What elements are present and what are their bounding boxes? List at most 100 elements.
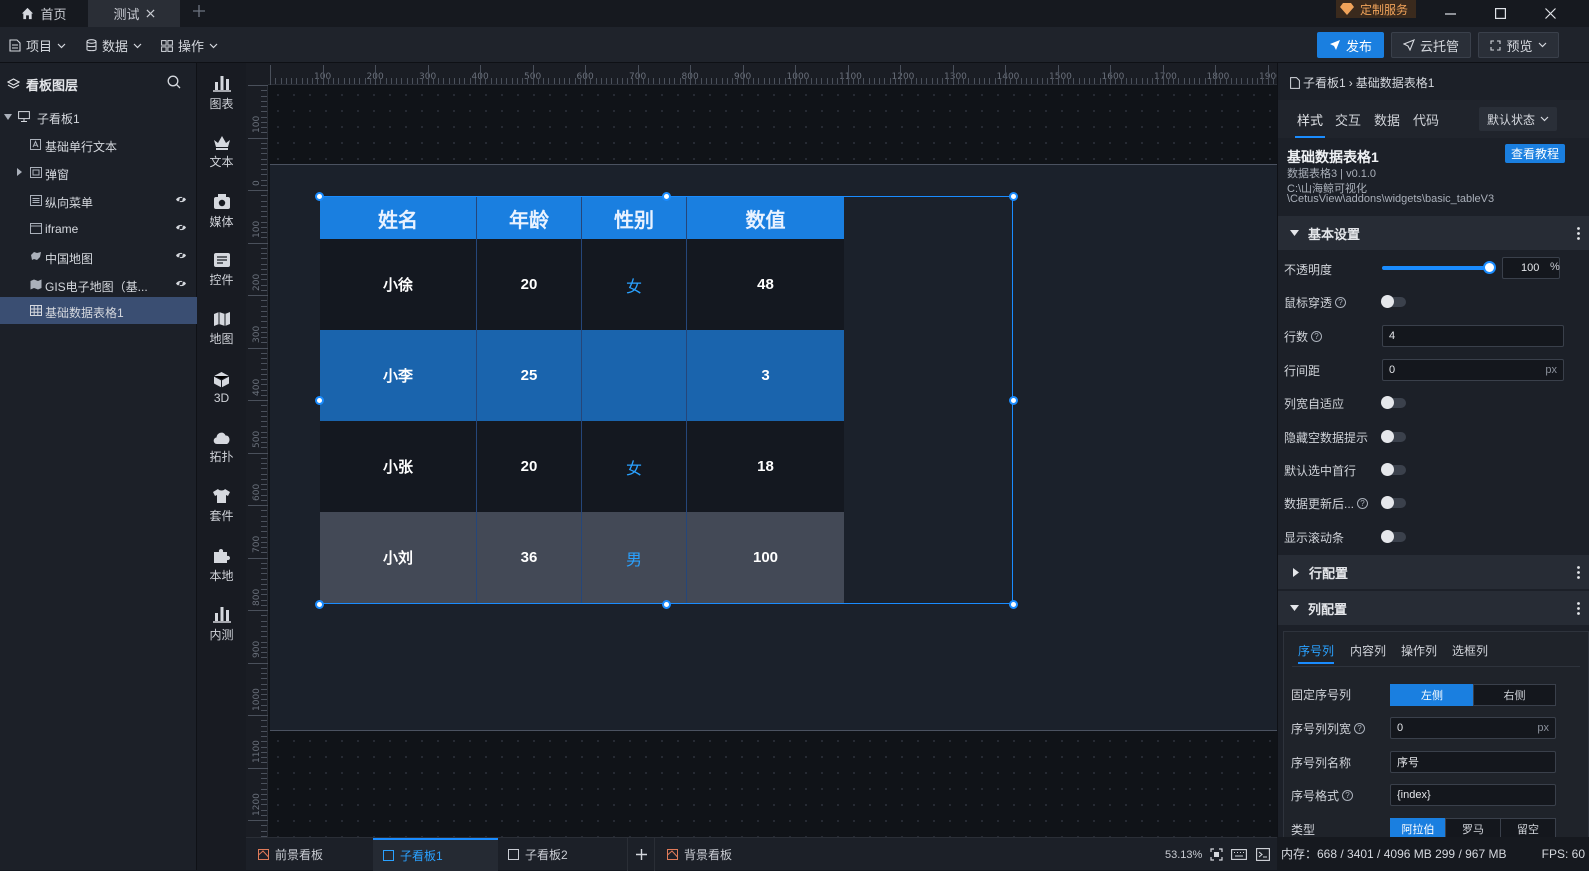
- layer-item-vertical-menu[interactable]: 纵向菜单: [0, 187, 197, 214]
- publish-button[interactable]: 发布: [1317, 32, 1384, 58]
- help-icon[interactable]: ?: [1342, 790, 1354, 801]
- component-control[interactable]: 控件: [197, 242, 246, 298]
- more-vertical-icon[interactable]: [1577, 227, 1580, 240]
- tab-style[interactable]: 样式: [1295, 110, 1326, 138]
- component-chart[interactable]: 图表: [197, 65, 246, 121]
- type-option-roman[interactable]: 罗马: [1445, 818, 1501, 837]
- layer-item-popup[interactable]: 弹窗: [0, 159, 197, 186]
- more-vertical-icon[interactable]: [1577, 566, 1580, 579]
- select-first-toggle[interactable]: [1381, 463, 1406, 476]
- maximize-button[interactable]: [1480, 0, 1520, 26]
- board-tab-sub2[interactable]: 子看板2: [508, 838, 626, 871]
- component-beta[interactable]: 内测: [197, 596, 246, 652]
- menu-project[interactable]: 项目: [9, 36, 66, 55]
- opacity-slider[interactable]: [1382, 266, 1490, 270]
- terminal-icon[interactable]: [1256, 848, 1270, 861]
- state-select[interactable]: 默认状态: [1479, 107, 1557, 131]
- component-topology[interactable]: 拓扑: [197, 419, 246, 475]
- index-name-input[interactable]: 序号: [1390, 751, 1556, 773]
- custom-service-button[interactable]: 定制服务: [1336, 0, 1417, 18]
- more-vertical-icon[interactable]: [1577, 602, 1580, 615]
- tab-test[interactable]: 测试: [88, 0, 180, 27]
- fix-right-option[interactable]: 右侧: [1473, 684, 1556, 706]
- close-icon[interactable]: [145, 9, 155, 18]
- board-tab-foreground[interactable]: 前景看板: [254, 838, 372, 871]
- type-option-arabic[interactable]: 阿拉伯: [1390, 818, 1446, 837]
- col-tab-index[interactable]: 序号列: [1298, 642, 1335, 664]
- keyboard-icon[interactable]: [1231, 849, 1247, 860]
- eye-off-icon[interactable]: [175, 223, 187, 232]
- layer-search-button[interactable]: [167, 75, 181, 89]
- table-header-cell[interactable]: 数值: [687, 197, 844, 239]
- opacity-slider-thumb[interactable]: [1483, 261, 1496, 274]
- table-row[interactable]: 小李 25 3: [320, 330, 844, 421]
- section-col-config[interactable]: 列配置: [1278, 591, 1589, 625]
- tutorial-button[interactable]: 查看教程: [1505, 144, 1566, 163]
- component-media[interactable]: 媒体: [197, 183, 246, 239]
- layer-item-table[interactable]: 基础数据表格1: [0, 297, 197, 324]
- section-row-config[interactable]: 行配置: [1278, 555, 1589, 589]
- eye-off-icon[interactable]: [175, 279, 187, 288]
- resize-handle-bottom-left[interactable]: [315, 600, 324, 609]
- breadcrumb-item[interactable]: 子看板1: [1303, 74, 1346, 91]
- index-format-input[interactable]: {index}: [1390, 784, 1556, 806]
- help-icon[interactable]: ?: [1357, 498, 1369, 509]
- data-update-toggle[interactable]: [1381, 496, 1406, 509]
- resize-handle-bottom-right[interactable]: [1009, 600, 1018, 609]
- type-option-blank[interactable]: 留空: [1500, 818, 1556, 837]
- eye-off-icon[interactable]: [175, 195, 187, 204]
- help-icon[interactable]: ?: [1335, 297, 1347, 308]
- board-tab-sub1[interactable]: 子看板1: [373, 838, 498, 871]
- layer-item-board[interactable]: 子看板1: [0, 103, 197, 130]
- resize-handle-top-right[interactable]: [1009, 192, 1018, 201]
- resize-handle-bottom[interactable]: [662, 600, 671, 609]
- resize-handle-top[interactable]: [662, 192, 671, 201]
- add-board-button[interactable]: [627, 838, 655, 871]
- table-header-cell[interactable]: 姓名: [320, 197, 477, 239]
- layer-item-gis-map[interactable]: GIS电子地图（基...: [0, 271, 197, 298]
- row-gap-input[interactable]: 0 px: [1382, 359, 1564, 381]
- table-row[interactable]: 小徐 20 女 48: [320, 239, 844, 330]
- zoom-level[interactable]: 53.13%: [1165, 849, 1202, 861]
- minimize-button[interactable]: [1430, 0, 1470, 26]
- menu-operation[interactable]: 操作: [161, 36, 218, 55]
- tab-data[interactable]: 数据: [1374, 110, 1400, 136]
- component-3d[interactable]: 3D: [197, 360, 246, 416]
- layer-item-iframe[interactable]: iframe: [0, 215, 197, 242]
- new-tab-button[interactable]: [192, 4, 206, 18]
- table-row[interactable]: 小刘 36 男 100: [320, 512, 844, 603]
- layer-item-text[interactable]: 基础单行文本: [0, 131, 197, 158]
- component-map[interactable]: 地图: [197, 301, 246, 357]
- col-tab-action[interactable]: 操作列: [1401, 642, 1437, 659]
- table-header-cell[interactable]: 性别: [582, 197, 687, 239]
- rows-input[interactable]: 4: [1382, 325, 1564, 347]
- component-local[interactable]: 本地: [197, 537, 246, 593]
- help-icon[interactable]: ?: [1311, 331, 1323, 342]
- fit-screen-icon[interactable]: [1210, 848, 1223, 861]
- col-auto-toggle[interactable]: [1381, 396, 1406, 409]
- col-tab-content[interactable]: 内容列: [1350, 642, 1386, 659]
- hide-empty-toggle[interactable]: [1381, 430, 1406, 443]
- resize-handle-top-left[interactable]: [315, 192, 324, 201]
- preview-button[interactable]: 预览: [1478, 32, 1559, 58]
- tab-code[interactable]: 代码: [1413, 110, 1439, 136]
- board-tab-background[interactable]: 背景看板: [667, 838, 785, 871]
- mouse-through-toggle[interactable]: [1381, 295, 1406, 308]
- resize-handle-right[interactable]: [1009, 396, 1018, 405]
- section-basic-settings[interactable]: 基本设置: [1278, 216, 1589, 250]
- component-text[interactable]: 文本: [197, 124, 246, 180]
- menu-data[interactable]: 数据: [86, 36, 142, 55]
- fix-left-option[interactable]: 左侧: [1390, 684, 1474, 706]
- layer-item-china-map[interactable]: 中国地图: [0, 243, 197, 270]
- table-row[interactable]: 小张 20 女 18: [320, 421, 844, 512]
- show-scroll-toggle[interactable]: [1381, 530, 1406, 543]
- cloud-hosting-button[interactable]: 云托管: [1391, 32, 1471, 58]
- component-suite[interactable]: 套件: [197, 478, 246, 534]
- col-tab-checkbox[interactable]: 选框列: [1452, 642, 1488, 659]
- index-width-input[interactable]: 0 px: [1390, 717, 1556, 739]
- table-header-cell[interactable]: 年龄: [477, 197, 582, 239]
- help-icon[interactable]: ?: [1354, 723, 1366, 734]
- tab-home[interactable]: 首页: [0, 0, 88, 27]
- resize-handle-left[interactable]: [315, 396, 324, 405]
- tab-interaction[interactable]: 交互: [1335, 110, 1361, 136]
